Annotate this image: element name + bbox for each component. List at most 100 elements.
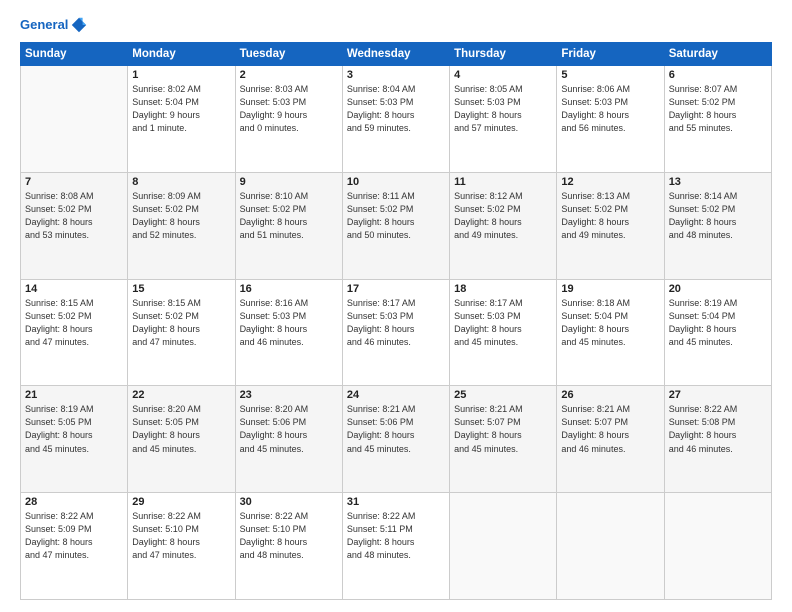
- weekday-header-tuesday: Tuesday: [235, 43, 342, 66]
- calendar-table: SundayMondayTuesdayWednesdayThursdayFrid…: [20, 42, 772, 600]
- day-info: Sunrise: 8:09 AM Sunset: 5:02 PM Dayligh…: [132, 190, 230, 242]
- calendar-cell: 24 Sunrise: 8:21 AM Sunset: 5:06 PM Dayli…: [342, 386, 449, 493]
- day-number: 12: [561, 176, 659, 188]
- calendar-cell: 4 Sunrise: 8:05 AM Sunset: 5:03 PM Daylig…: [450, 66, 557, 173]
- day-number: 2: [240, 69, 338, 81]
- day-number: 19: [561, 283, 659, 295]
- day-number: 5: [561, 69, 659, 81]
- day-info: Sunrise: 8:22 AM Sunset: 5:08 PM Dayligh…: [669, 403, 767, 455]
- day-info: Sunrise: 8:11 AM Sunset: 5:02 PM Dayligh…: [347, 190, 445, 242]
- calendar-cell: [21, 66, 128, 173]
- weekday-header-friday: Friday: [557, 43, 664, 66]
- calendar-cell: 31 Sunrise: 8:22 AM Sunset: 5:11 PM Dayli…: [342, 493, 449, 600]
- day-number: 15: [132, 283, 230, 295]
- calendar-cell: 12 Sunrise: 8:13 AM Sunset: 5:02 PM Dayli…: [557, 172, 664, 279]
- day-number: 20: [669, 283, 767, 295]
- weekday-header-sunday: Sunday: [21, 43, 128, 66]
- calendar-cell: 29 Sunrise: 8:22 AM Sunset: 5:10 PM Dayli…: [128, 493, 235, 600]
- header: General: [20, 16, 772, 34]
- day-number: 8: [132, 176, 230, 188]
- calendar-cell: 10 Sunrise: 8:11 AM Sunset: 5:02 PM Dayli…: [342, 172, 449, 279]
- day-number: 26: [561, 389, 659, 401]
- day-number: 13: [669, 176, 767, 188]
- day-number: 31: [347, 496, 445, 508]
- day-number: 24: [347, 389, 445, 401]
- calendar-cell: 2 Sunrise: 8:03 AM Sunset: 5:03 PM Daylig…: [235, 66, 342, 173]
- day-number: 21: [25, 389, 123, 401]
- calendar-cell: [557, 493, 664, 600]
- day-number: 23: [240, 389, 338, 401]
- calendar-cell: 3 Sunrise: 8:04 AM Sunset: 5:03 PM Daylig…: [342, 66, 449, 173]
- page: General SundayMondayTuesdayWednesdayThur…: [0, 0, 792, 612]
- day-info: Sunrise: 8:07 AM Sunset: 5:02 PM Dayligh…: [669, 83, 767, 135]
- day-number: 3: [347, 69, 445, 81]
- day-info: Sunrise: 8:20 AM Sunset: 5:06 PM Dayligh…: [240, 403, 338, 455]
- day-info: Sunrise: 8:21 AM Sunset: 5:06 PM Dayligh…: [347, 403, 445, 455]
- calendar-cell: 1 Sunrise: 8:02 AM Sunset: 5:04 PM Daylig…: [128, 66, 235, 173]
- day-number: 25: [454, 389, 552, 401]
- day-number: 28: [25, 496, 123, 508]
- day-number: 27: [669, 389, 767, 401]
- weekday-header-wednesday: Wednesday: [342, 43, 449, 66]
- day-number: 17: [347, 283, 445, 295]
- calendar-cell: 16Sunrise: 8:16 AM Sunset: 5:03 PM Dayli…: [235, 279, 342, 386]
- day-info: Sunrise: 8:04 AM Sunset: 5:03 PM Dayligh…: [347, 83, 445, 135]
- calendar-cell: 26 Sunrise: 8:21 AM Sunset: 5:07 PM Dayli…: [557, 386, 664, 493]
- calendar-cell: 21 Sunrise: 8:19 AM Sunset: 5:05 PM Dayli…: [21, 386, 128, 493]
- calendar-cell: 19 Sunrise: 8:18 AM Sunset: 5:04 PM Dayli…: [557, 279, 664, 386]
- day-info: Sunrise: 8:22 AM Sunset: 5:11 PM Dayligh…: [347, 510, 445, 562]
- calendar-cell: 15 Sunrise: 8:15 AM Sunset: 5:02 PM Dayli…: [128, 279, 235, 386]
- day-info: Sunrise: 8:02 AM Sunset: 5:04 PM Dayligh…: [132, 83, 230, 135]
- day-info: Sunrise: 8:17 AM Sunset: 5:03 PM Dayligh…: [454, 297, 552, 349]
- calendar-cell: 13 Sunrise: 8:14 AM Sunset: 5:02 PM Dayli…: [664, 172, 771, 279]
- calendar-cell: [664, 493, 771, 600]
- weekday-header-saturday: Saturday: [664, 43, 771, 66]
- day-info: Sunrise: 8:22 AM Sunset: 5:10 PM Dayligh…: [132, 510, 230, 562]
- calendar-cell: 9Sunrise: 8:10 AM Sunset: 5:02 PM Daylig…: [235, 172, 342, 279]
- weekday-header-monday: Monday: [128, 43, 235, 66]
- day-info: Sunrise: 8:05 AM Sunset: 5:03 PM Dayligh…: [454, 83, 552, 135]
- day-number: 4: [454, 69, 552, 81]
- calendar-cell: 6 Sunrise: 8:07 AM Sunset: 5:02 PM Daylig…: [664, 66, 771, 173]
- day-info: Sunrise: 8:03 AM Sunset: 5:03 PM Dayligh…: [240, 83, 338, 135]
- day-number: 30: [240, 496, 338, 508]
- day-info: Sunrise: 8:13 AM Sunset: 5:02 PM Dayligh…: [561, 190, 659, 242]
- calendar-cell: 7 Sunrise: 8:08 AM Sunset: 5:02 PM Daylig…: [21, 172, 128, 279]
- day-number: 10: [347, 176, 445, 188]
- calendar-cell: 22Sunrise: 8:20 AM Sunset: 5:05 PM Dayli…: [128, 386, 235, 493]
- day-info: Sunrise: 8:06 AM Sunset: 5:03 PM Dayligh…: [561, 83, 659, 135]
- day-number: 1: [132, 69, 230, 81]
- day-info: Sunrise: 8:14 AM Sunset: 5:02 PM Dayligh…: [669, 190, 767, 242]
- calendar-cell: 11Sunrise: 8:12 AM Sunset: 5:02 PM Dayli…: [450, 172, 557, 279]
- day-number: 29: [132, 496, 230, 508]
- day-info: Sunrise: 8:20 AM Sunset: 5:05 PM Dayligh…: [132, 403, 230, 455]
- calendar-cell: 27 Sunrise: 8:22 AM Sunset: 5:08 PM Dayli…: [664, 386, 771, 493]
- day-info: Sunrise: 8:21 AM Sunset: 5:07 PM Dayligh…: [561, 403, 659, 455]
- day-info: Sunrise: 8:15 AM Sunset: 5:02 PM Dayligh…: [132, 297, 230, 349]
- day-info: Sunrise: 8:15 AM Sunset: 5:02 PM Dayligh…: [25, 297, 123, 349]
- day-info: Sunrise: 8:18 AM Sunset: 5:04 PM Dayligh…: [561, 297, 659, 349]
- logo-text: General: [20, 17, 68, 33]
- calendar-cell: [450, 493, 557, 600]
- day-info: Sunrise: 8:19 AM Sunset: 5:05 PM Dayligh…: [25, 403, 123, 455]
- day-number: 16: [240, 283, 338, 295]
- calendar-cell: 18 Sunrise: 8:17 AM Sunset: 5:03 PM Dayli…: [450, 279, 557, 386]
- calendar-cell: 30 Sunrise: 8:22 AM Sunset: 5:10 PM Dayli…: [235, 493, 342, 600]
- calendar-cell: 17 Sunrise: 8:17 AM Sunset: 5:03 PM Dayli…: [342, 279, 449, 386]
- day-info: Sunrise: 8:17 AM Sunset: 5:03 PM Dayligh…: [347, 297, 445, 349]
- day-number: 6: [669, 69, 767, 81]
- day-info: Sunrise: 8:22 AM Sunset: 5:09 PM Dayligh…: [25, 510, 123, 562]
- calendar-cell: 28 Sunrise: 8:22 AM Sunset: 5:09 PM Dayli…: [21, 493, 128, 600]
- weekday-header-thursday: Thursday: [450, 43, 557, 66]
- day-number: 14: [25, 283, 123, 295]
- day-number: 7: [25, 176, 123, 188]
- day-info: Sunrise: 8:08 AM Sunset: 5:02 PM Dayligh…: [25, 190, 123, 242]
- day-info: Sunrise: 8:22 AM Sunset: 5:10 PM Dayligh…: [240, 510, 338, 562]
- day-info: Sunrise: 8:21 AM Sunset: 5:07 PM Dayligh…: [454, 403, 552, 455]
- calendar-cell: 20 Sunrise: 8:19 AM Sunset: 5:04 PM Dayli…: [664, 279, 771, 386]
- logo-icon: [70, 16, 88, 34]
- day-info: Sunrise: 8:19 AM Sunset: 5:04 PM Dayligh…: [669, 297, 767, 349]
- day-number: 18: [454, 283, 552, 295]
- day-info: Sunrise: 8:12 AM Sunset: 5:02 PM Dayligh…: [454, 190, 552, 242]
- calendar-cell: 8 Sunrise: 8:09 AM Sunset: 5:02 PM Daylig…: [128, 172, 235, 279]
